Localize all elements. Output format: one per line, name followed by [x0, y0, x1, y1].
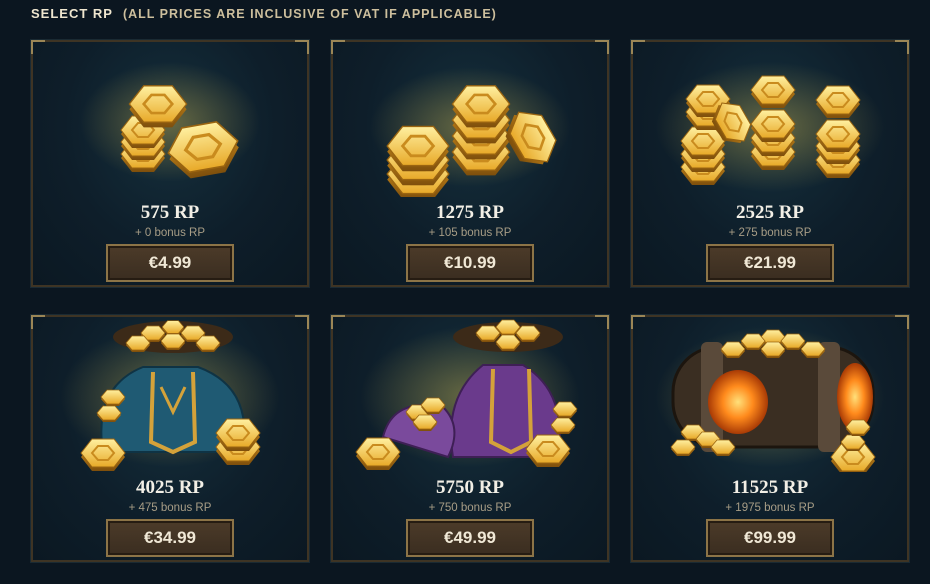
- page-header: SELECT RP (ALL PRICES ARE INCLUSIVE OF V…: [31, 6, 497, 24]
- rp-amount: 4025 RP: [135, 477, 205, 498]
- rp-package-card-1275[interactable]: 1275 RP + 105 bonus RP €10.99: [330, 39, 610, 288]
- rp-package-card-2525[interactable]: 2525 RP + 275 bonus RP €21.99: [630, 39, 910, 288]
- price-button[interactable]: €21.99: [706, 244, 834, 282]
- bonus-rp: + 750 bonus RP: [428, 502, 512, 514]
- bonus-rp: + 0 bonus RP: [134, 227, 205, 239]
- page-title: SELECT RP: [31, 6, 113, 21]
- vat-note: (ALL PRICES ARE INCLUSIVE OF VAT IF APPL…: [122, 7, 497, 21]
- rp-amount: 2525 RP: [735, 202, 805, 223]
- rp-package-card-4025[interactable]: 4025 RP + 475 bonus RP €34.99: [30, 314, 310, 563]
- large-stack-icon: [655, 62, 885, 192]
- rp-amount: 5750 RP: [435, 477, 505, 498]
- price-button[interactable]: €4.99: [106, 244, 234, 282]
- bonus-rp: + 475 bonus RP: [128, 502, 212, 514]
- rp-amount: 11525 RP: [731, 477, 809, 498]
- bonus-rp: + 1975 bonus RP: [725, 502, 815, 514]
- treasure-chest-icon: [655, 327, 885, 472]
- purple-bag-icon: [355, 319, 580, 471]
- rp-package-card-5750[interactable]: 5750 RP + 750 bonus RP €49.99: [330, 314, 610, 563]
- rp-package-card-11525[interactable]: 11525 RP + 1975 bonus RP €99.99: [630, 314, 910, 563]
- rp-amount: 575 RP: [140, 202, 200, 223]
- blue-bag-icon: [60, 320, 280, 472]
- rp-amount: 1275 RP: [435, 202, 505, 223]
- bonus-rp: + 105 bonus RP: [428, 227, 512, 239]
- bonus-rp: + 275 bonus RP: [728, 227, 812, 239]
- price-button[interactable]: €34.99: [106, 519, 234, 557]
- price-button[interactable]: €49.99: [406, 519, 534, 557]
- rp-package-grid: 575 RP + 0 bonus RP €4.99 1275 RP + 105 …: [30, 39, 910, 563]
- small-stack-icon: [80, 62, 260, 184]
- price-button[interactable]: €99.99: [706, 519, 834, 557]
- rp-package-card-575[interactable]: 575 RP + 0 bonus RP €4.99: [30, 39, 310, 288]
- price-button[interactable]: €10.99: [406, 244, 534, 282]
- medium-stack-icon: [370, 67, 570, 197]
